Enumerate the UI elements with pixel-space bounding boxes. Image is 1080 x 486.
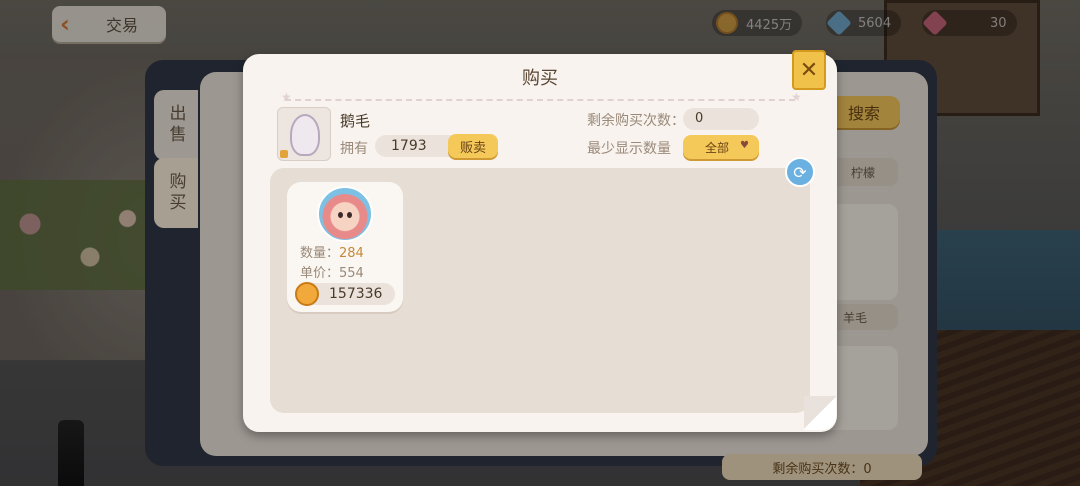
- quantity-label: 数量：: [300, 246, 340, 261]
- quantity-value: 284: [339, 246, 364, 261]
- listing-unit-price: 单价：554: [300, 262, 364, 281]
- remaining-purchases-count: 0: [683, 108, 759, 130]
- avatar-eye: [347, 212, 352, 218]
- item-thumbnail: [277, 107, 331, 161]
- refresh-button[interactable]: ⟳: [785, 157, 815, 187]
- feather-icon: [290, 114, 320, 156]
- unit-price-value: 554: [339, 266, 364, 281]
- close-button[interactable]: ✕: [792, 50, 826, 90]
- refresh-icon: ⟳: [793, 162, 807, 182]
- min-display-label: 最少显示数量: [587, 141, 671, 157]
- listing-card[interactable]: 数量：284 单价：554 157336: [287, 182, 403, 312]
- coin-icon: [295, 282, 319, 306]
- heart-icon: ♥: [740, 140, 749, 151]
- min-display-value: 全部: [705, 140, 730, 155]
- seller-avatar: [317, 186, 373, 242]
- sell-button[interactable]: 贩卖: [448, 134, 498, 158]
- avatar-eye: [338, 212, 343, 218]
- listing-total: 157336: [295, 282, 395, 306]
- min-display-select[interactable]: 全部 ♥: [683, 135, 759, 159]
- title-divider: [285, 99, 795, 101]
- star-icon: ★: [791, 90, 802, 104]
- star-icon: ★: [281, 90, 292, 104]
- close-icon: ✕: [799, 57, 819, 83]
- dialog-title: 购买: [522, 68, 558, 89]
- item-name: 鹅毛: [340, 112, 371, 130]
- page-curl: [804, 396, 836, 430]
- remaining-purchases-label: 剩余购买次数：: [587, 113, 685, 129]
- item-badge: [280, 150, 288, 158]
- own-label: 拥有: [340, 141, 368, 157]
- total-value: 157336: [329, 286, 383, 302]
- listing-quantity: 数量：284: [300, 242, 364, 261]
- unit-price-label: 单价：: [300, 266, 340, 281]
